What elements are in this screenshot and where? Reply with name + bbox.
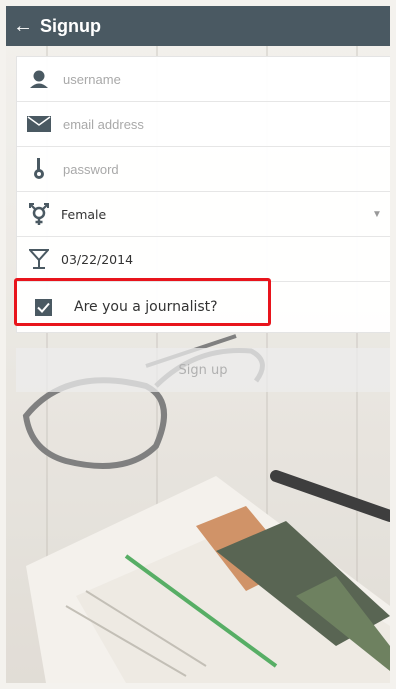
username-input[interactable] <box>61 58 390 100</box>
chevron-down-icon[interactable]: ▼ <box>363 209 390 220</box>
highlight-box <box>14 278 271 326</box>
key-icon <box>17 158 61 180</box>
cocktail-glass-icon <box>17 249 61 269</box>
page-title: Signup <box>40 15 101 36</box>
envelope-icon <box>17 116 61 132</box>
password-input[interactable] <box>61 148 390 190</box>
signup-button[interactable]: Sign up <box>16 348 390 392</box>
app-screen: ← Signup username email address Female ▼… <box>6 6 390 683</box>
username-row <box>17 57 390 102</box>
email-input[interactable] <box>61 103 390 145</box>
top-bar: ← Signup <box>6 6 390 46</box>
gender-value: Female <box>61 206 107 222</box>
birthdate-value: 03/22/2014 <box>61 251 134 267</box>
birthdate-field[interactable]: 03/22/2014 <box>17 237 390 282</box>
email-row <box>17 102 390 147</box>
user-icon <box>17 70 61 88</box>
gender-icon <box>17 202 61 226</box>
gender-select[interactable]: Female ▼ <box>17 192 390 237</box>
password-row <box>17 147 390 192</box>
back-arrow-icon[interactable]: ← <box>6 6 40 46</box>
